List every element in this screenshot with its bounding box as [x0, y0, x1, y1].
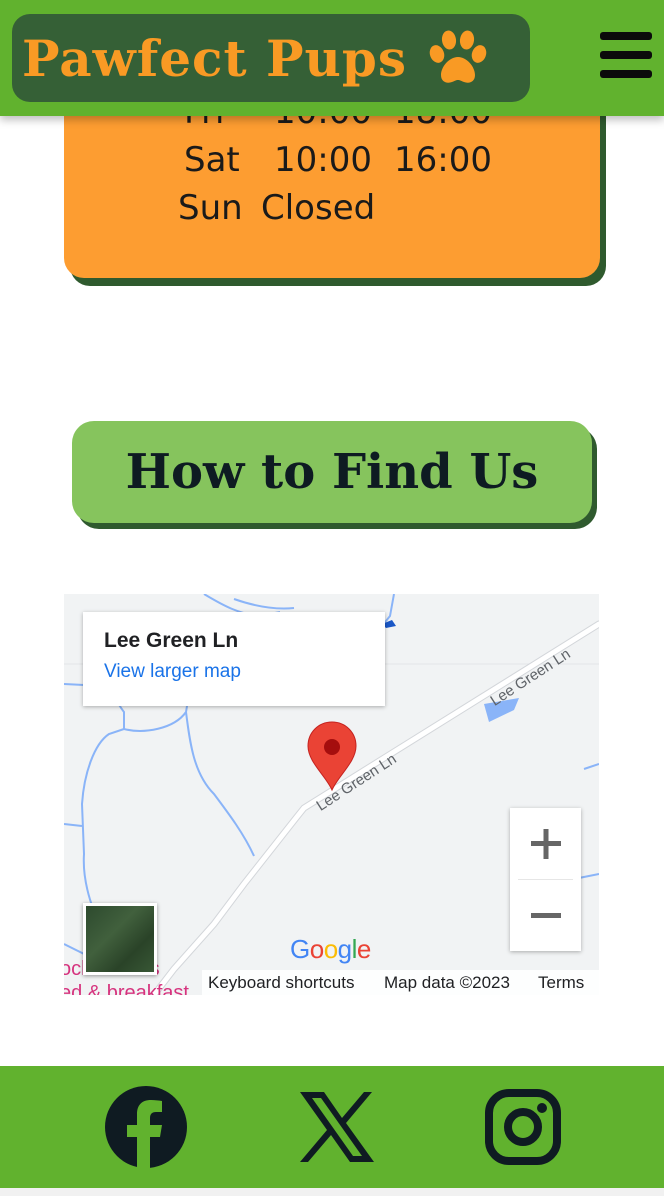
instagram-link[interactable] [480, 1084, 566, 1170]
map-attribution: Keyboard shortcuts Map data ©2023 Terms [202, 970, 599, 995]
menu-bar [600, 51, 652, 59]
hours-day: Sun [178, 188, 243, 228]
terms-link[interactable]: Terms [538, 973, 584, 993]
site-footer [0, 1066, 664, 1188]
satellite-view-toggle[interactable] [83, 903, 157, 975]
hours-day: Sat [184, 140, 240, 180]
hamburger-menu-icon[interactable] [600, 32, 652, 78]
view-larger-map-link[interactable]: View larger map [104, 661, 364, 683]
x-link[interactable] [293, 1084, 379, 1170]
map-data-label: Map data ©2023 [384, 973, 510, 992]
facebook-icon [105, 1086, 187, 1169]
zoom-controls [510, 808, 581, 951]
place-title: Lee Green Ln [104, 629, 239, 652]
embedded-map[interactable]: Lee Green Ln Lee Green Ln ock Towers ed … [64, 594, 599, 995]
zoom-out-button[interactable] [510, 880, 581, 951]
map-place-card: Lee Green Ln View larger map [83, 612, 385, 706]
hours-status: Closed [261, 188, 376, 228]
find-us-heading-box: How to Find Us [72, 421, 592, 523]
facebook-link[interactable] [103, 1084, 189, 1170]
bottom-strip [0, 1188, 664, 1196]
menu-bar [600, 70, 652, 78]
zoom-in-button[interactable] [510, 808, 581, 879]
page: Fri 10:00 18:00 Sat 10:00 16:00 Sun Clos… [0, 0, 664, 1196]
poi-label: ed & breakfast [64, 982, 189, 995]
hours-open: 10:00 [274, 140, 372, 180]
find-us-heading: How to Find Us [125, 444, 539, 500]
menu-bar [600, 32, 652, 40]
logo[interactable]: Pawfect Pups [12, 14, 530, 102]
plus-icon [530, 828, 561, 859]
google-logo: Google [290, 934, 371, 964]
paw-icon [429, 30, 487, 83]
hours-close: 16:00 [394, 140, 492, 180]
logo-text: Pawfect Pups [22, 28, 408, 88]
site-header: Pawfect Pups [0, 0, 664, 116]
x-icon [300, 1092, 374, 1162]
minus-icon [530, 912, 561, 918]
instagram-icon [485, 1089, 561, 1165]
keyboard-shortcuts-link[interactable]: Keyboard shortcuts [208, 973, 354, 993]
